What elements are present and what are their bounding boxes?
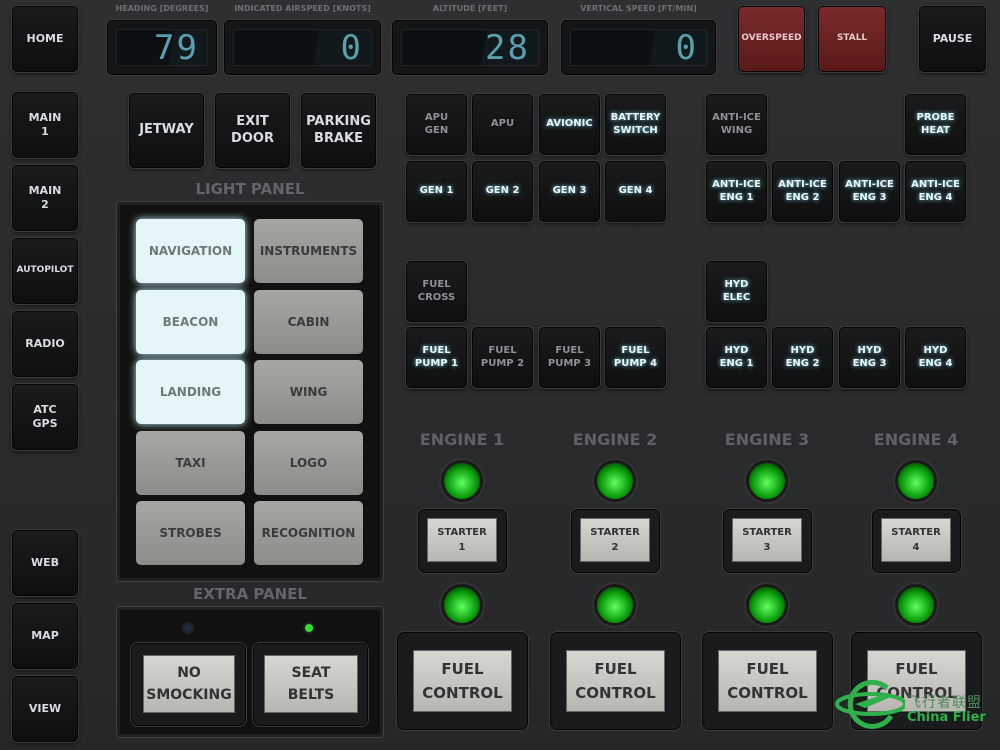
engine-1-label: ENGINE 1 (419, 430, 505, 449)
engine-4-label: ENGINE 4 (873, 430, 959, 449)
atc-gps-button[interactable]: ATC GPS (12, 384, 78, 450)
view-button[interactable]: VIEW (12, 676, 78, 742)
vertical-speed-display: 0 (561, 20, 716, 75)
light-navigation-button[interactable]: NAVIGATION (136, 219, 245, 283)
stall-indicator: STALL (818, 6, 886, 72)
engine-2-starter-led (594, 460, 636, 502)
gen-2-switch[interactable]: GEN 2 (472, 161, 533, 222)
fuel-pump-2-switch[interactable]: FUEL PUMP 2 (472, 327, 533, 388)
gen-1-switch[interactable]: GEN 1 (406, 161, 467, 222)
main-2-button[interactable]: MAIN 2 (12, 165, 78, 231)
hyd-eng-2-switch[interactable]: HYD ENG 2 (772, 327, 833, 388)
light-landing-button[interactable]: LANDING (136, 360, 245, 424)
engine-2-label: ENGINE 2 (572, 430, 658, 449)
engine-1-fuel-led (441, 584, 483, 626)
autopilot-button[interactable]: AUTOPILOT (12, 238, 78, 304)
radio-button[interactable]: RADIO (12, 311, 78, 377)
fuel-pump-4-switch[interactable]: FUEL PUMP 4 (605, 327, 666, 388)
exit-door-button[interactable]: EXIT DOOR (215, 93, 290, 168)
seat-belts-led (303, 622, 315, 634)
watermark-cn: 飞行者联盟 (907, 695, 982, 711)
jetway-button[interactable]: JETWAY (129, 93, 204, 168)
engine-3-starter-led (746, 460, 788, 502)
light-strobes-button[interactable]: STROBES (136, 501, 245, 565)
home-button[interactable]: HOME (12, 6, 78, 72)
watermark-en: China Flier (907, 710, 986, 725)
no-smoking-led (182, 622, 194, 634)
engine-3-fuel-control-button[interactable]: FUEL CONTROL (718, 650, 817, 712)
light-taxi-button[interactable]: TAXI (136, 430, 245, 495)
fuel-pump-3-switch[interactable]: FUEL PUMP 3 (539, 327, 600, 388)
anti-ice-eng-3-switch[interactable]: ANTI-ICE ENG 3 (839, 161, 900, 222)
airspeed-value: 0 (233, 28, 372, 68)
anti-ice-eng-4-switch[interactable]: ANTI-ICE ENG 4 (905, 161, 966, 222)
hyd-eng-4-switch[interactable]: HYD ENG 4 (905, 327, 966, 388)
hyd-eng-1-switch[interactable]: HYD ENG 1 (706, 327, 767, 388)
engine-2-fuel-led (594, 584, 636, 626)
anti-ice-eng-1-switch[interactable]: ANTI-ICE ENG 1 (706, 161, 767, 222)
avionic-switch[interactable]: AVIONIC (539, 94, 600, 155)
engine-1-fuel-control-button[interactable]: FUEL CONTROL (413, 650, 512, 712)
fuel-cross-switch[interactable]: FUEL CROSS (406, 261, 467, 322)
heading-label: HEADING [DEGREES] (115, 4, 209, 13)
overspeed-indicator: OVERSPEED (738, 6, 805, 72)
battery-switch-switch[interactable]: BATTERY SWITCH (605, 94, 666, 155)
anti-ice-eng-2-switch[interactable]: ANTI-ICE ENG 2 (772, 161, 833, 222)
main-1-button[interactable]: MAIN 1 (12, 92, 78, 158)
engine-1-starter-button[interactable]: STARTER 1 (427, 518, 497, 562)
altitude-label: ALTITUDE [FEET] (432, 4, 508, 13)
airspeed-label: INDICATED AIRSPEED [KNOTS] (234, 4, 371, 13)
engine-3-fuel-led (746, 584, 788, 626)
extra-panel-title: EXTRA PANEL (192, 585, 307, 603)
anti-ice-wing-switch[interactable]: ANTI-ICE WING (706, 94, 767, 155)
engine-4-starter-led (895, 460, 937, 502)
china-flier-watermark-logo: 飞行者联盟 China Flier (835, 676, 1000, 736)
no-smoking-button[interactable]: NO SMOCKING (143, 655, 235, 713)
light-recognition-button[interactable]: RECOGNITION (254, 501, 363, 565)
altitude-display: 28 (392, 20, 548, 75)
vertical-speed-label: VERTICAL SPEED [FT/MIN] (580, 4, 697, 13)
light-cabin-button[interactable]: CABIN (254, 289, 363, 354)
engine-3-label: ENGINE 3 (724, 430, 810, 449)
gen-4-switch[interactable]: GEN 4 (605, 161, 666, 222)
probe-heat-switch[interactable]: PROBE HEAT (905, 94, 966, 155)
engine-2-fuel-control-button[interactable]: FUEL CONTROL (566, 650, 665, 712)
parking-brake-button[interactable]: PARKING BRAKE (301, 93, 376, 168)
light-beacon-button[interactable]: BEACON (136, 289, 245, 354)
heading-display: 79 (107, 20, 217, 75)
web-button[interactable]: WEB (12, 530, 78, 596)
seat-belts-button[interactable]: SEAT BELTS (264, 655, 358, 713)
engine-4-fuel-led (895, 584, 937, 626)
gen-3-switch[interactable]: GEN 3 (539, 161, 600, 222)
light-logo-button[interactable]: LOGO (254, 430, 363, 495)
engine-4-starter-button[interactable]: STARTER 4 (881, 518, 951, 562)
airspeed-display: 0 (224, 20, 381, 75)
apu-switch[interactable]: APU (472, 94, 533, 155)
engine-2-starter-button[interactable]: STARTER 2 (580, 518, 650, 562)
altitude-value: 28 (401, 28, 539, 68)
engine-3-starter-button[interactable]: STARTER 3 (732, 518, 802, 562)
hyd-elec-switch[interactable]: HYD ELEC (706, 261, 767, 322)
heading-value: 79 (116, 28, 208, 68)
light-panel-title: LIGHT PANEL (195, 180, 305, 198)
light-wing-button[interactable]: WING (254, 360, 363, 424)
vertical-speed-value: 0 (570, 28, 707, 68)
apu-gen-switch[interactable]: APU GEN (406, 94, 467, 155)
engine-1-starter-led (441, 460, 483, 502)
fuel-pump-1-switch[interactable]: FUEL PUMP 1 (406, 327, 467, 388)
hyd-eng-3-switch[interactable]: HYD ENG 3 (839, 327, 900, 388)
map-button[interactable]: MAP (12, 603, 78, 669)
pause-button[interactable]: PAUSE (919, 6, 986, 72)
light-panel: NAVIGATION INSTRUMENTS BEACON CABIN LANDING W… (116, 201, 384, 582)
light-instruments-button[interactable]: INSTRUMENTS (254, 219, 363, 283)
